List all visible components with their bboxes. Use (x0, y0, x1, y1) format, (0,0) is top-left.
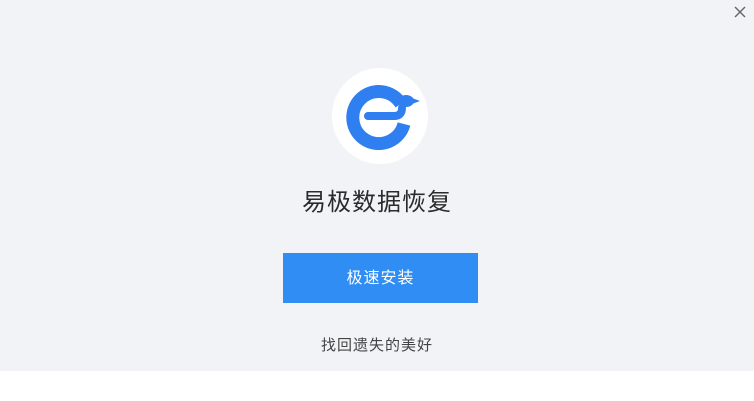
bottom-strip (0, 371, 754, 401)
tagline: 找回遗失的美好 (320, 336, 433, 354)
app-title: 易极数据恢复 (302, 188, 452, 216)
close-icon (734, 6, 746, 18)
installer-window: 易极数据恢复 极速安装 找回遗失的美好 (0, 0, 754, 371)
easy-recovery-logo-icon (346, 85, 420, 151)
quick-install-button[interactable]: 极速安装 (283, 253, 478, 303)
close-button[interactable] (730, 2, 750, 22)
app-logo (332, 68, 428, 164)
